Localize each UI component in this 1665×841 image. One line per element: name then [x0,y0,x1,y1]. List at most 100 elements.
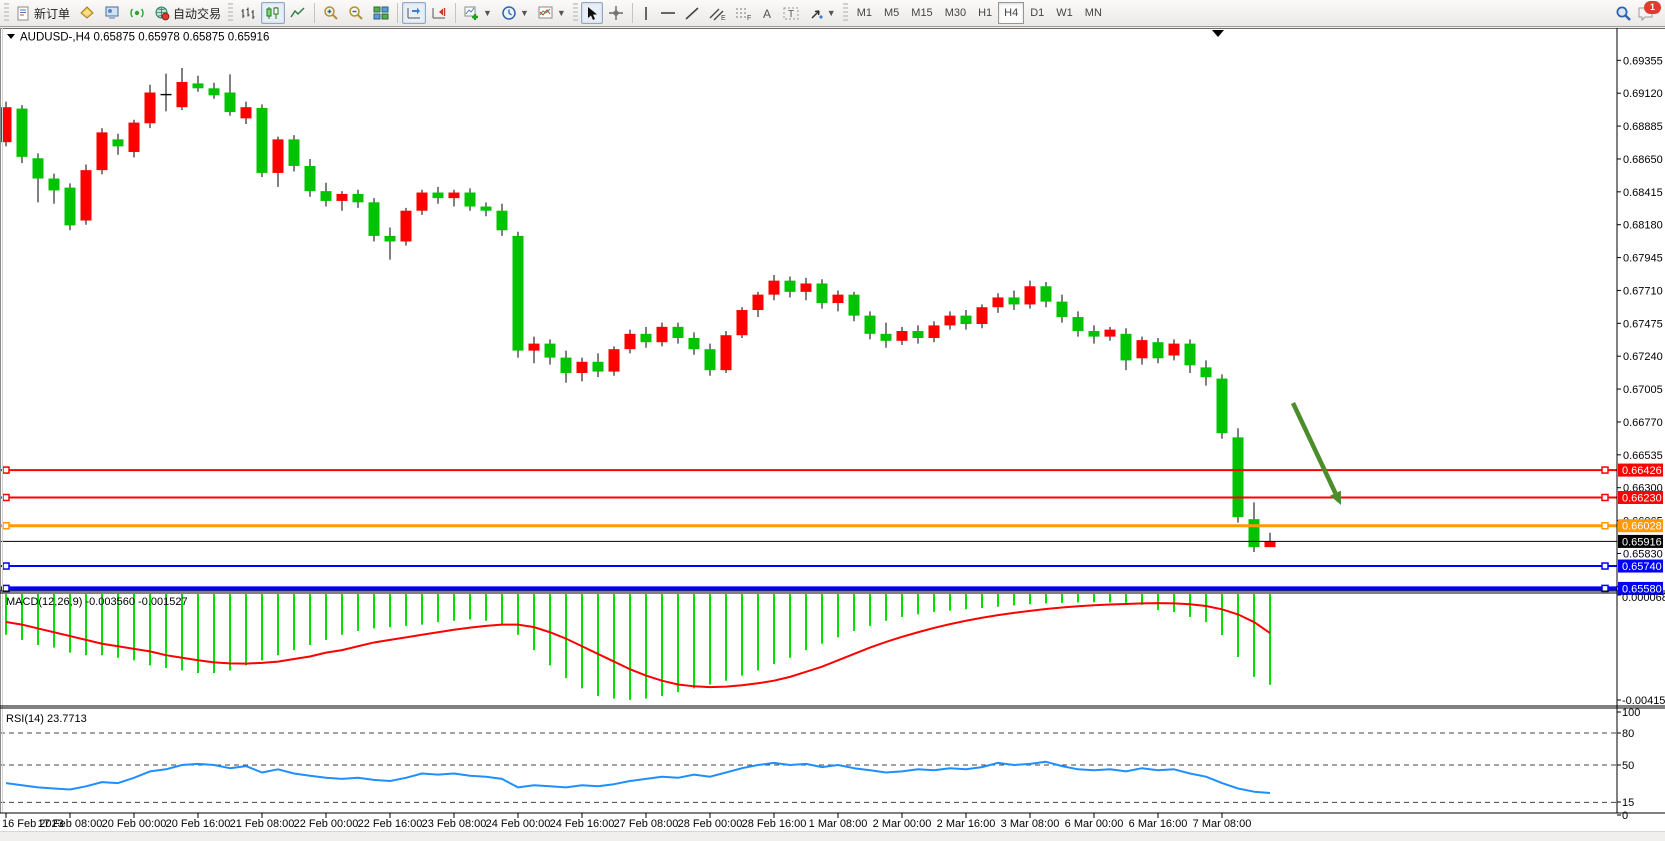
fibonacci-button[interactable]: F [731,2,756,24]
broadcast-button[interactable] [125,2,149,24]
chart-shift-icon [431,6,447,20]
zoom-in-button[interactable] [319,2,343,24]
arrows-button[interactable]: ▼ [805,2,840,24]
price-tick-label: 0.67710 [1623,285,1663,297]
toolbar: 新订单 自动交易 [0,0,1665,27]
candle-down [193,83,204,88]
chart-canvas[interactable]: 0.693550.691200.688850.686500.684150.681… [0,28,1665,831]
line-handle[interactable] [3,494,9,500]
new-order-icon [16,6,31,21]
candle-up [449,193,460,199]
candle-up [145,93,156,124]
candle-down [881,334,892,341]
rsi-axis-label: 15 [1622,797,1634,809]
timeframe-button-h4[interactable]: H4 [998,2,1024,24]
vertical-line-icon [641,6,651,21]
timeframe-button-m5[interactable]: M5 [878,2,905,24]
text-button[interactable]: A [757,2,778,24]
timeframe-button-d1[interactable]: D1 [1024,2,1050,24]
market-watch-button[interactable] [75,2,99,24]
candle-down [481,207,492,211]
candle-down [465,193,476,207]
crosshair-button[interactable] [604,2,628,24]
candle-up [1137,340,1148,358]
line-handle[interactable] [1602,523,1608,529]
status-bar [0,831,1665,841]
line-handle[interactable] [3,467,9,473]
candle-down [961,316,972,324]
tile-windows-button[interactable] [369,2,393,24]
candle-down [353,194,364,202]
trendline-button[interactable] [681,2,704,24]
line-price-label-text: 0.66230 [1622,492,1662,504]
candle-up [337,194,348,201]
line-chart-button[interactable] [286,2,310,24]
candle-up [417,193,428,211]
equidistant-channel-button[interactable]: E [705,2,730,24]
chart-shift-button[interactable] [427,2,451,24]
candle-up [897,331,908,341]
text-label-button[interactable]: T [779,2,804,24]
timeframe-button-mn[interactable]: MN [1079,2,1108,24]
cursor-button[interactable] [581,2,603,24]
candle-up [657,327,668,342]
candle-down [641,334,652,342]
auto-scroll-button[interactable] [402,2,426,24]
time-tick-label: 6 Mar 00:00 [1065,818,1124,830]
line-handle[interactable] [1602,494,1608,500]
timeframe-button-h1[interactable]: H1 [972,2,998,24]
tile-windows-icon [373,6,389,20]
candle-down [1057,302,1068,317]
indicators-button[interactable]: ▼ [460,2,496,24]
time-tick-label: 20 Feb 00:00 [102,818,167,830]
templates-button[interactable]: ▼ [534,2,570,24]
time-tick-label: 24 Feb 16:00 [550,818,615,830]
search-button[interactable] [1611,2,1636,24]
candle-down [209,88,220,95]
rsi-axis-label: 80 [1622,728,1634,740]
candle-down [689,338,700,349]
line-handle[interactable] [1602,467,1608,473]
timeframe-button-m30[interactable]: M30 [939,2,972,24]
line-handle[interactable] [1602,563,1608,569]
candle-up [609,349,620,371]
chart-window[interactable]: 0.693550.691200.688850.686500.684150.681… [0,28,1665,831]
chat-button[interactable]: 1 [1637,5,1655,22]
macd-label: MACD(12,26,9) -0.003560 -0.001527 [6,596,188,608]
zoom-in-icon [323,5,339,21]
timeframe-button-m1[interactable]: M1 [851,2,878,24]
candle-up [769,281,780,295]
candle-down [1073,317,1084,331]
line-handle[interactable] [3,563,9,569]
candlestick-chart-button[interactable] [261,2,285,24]
candle-down [33,158,44,178]
candle-down [1089,331,1100,337]
candle-down [113,139,124,146]
candle-down [65,188,76,226]
candle-down [593,362,604,372]
candle-down [305,166,316,191]
zoom-out-icon [348,5,364,21]
candle-down [1201,367,1212,377]
add-indicator-icon [464,6,480,20]
time-tick-label: 17 Feb 08:00 [38,818,103,830]
candlestick-chart-icon [265,6,281,20]
candle-up [977,307,988,324]
line-handle[interactable] [3,523,9,529]
timeframe-button-w1[interactable]: W1 [1050,2,1079,24]
candle-down [369,202,380,236]
vertical-line-button[interactable] [637,2,655,24]
horizontal-line-button[interactable] [656,2,680,24]
bar-chart-button[interactable] [236,2,260,24]
auto-trading-button[interactable]: 自动交易 [150,2,225,24]
data-window-button[interactable] [100,2,124,24]
periods-button[interactable]: ▼ [497,2,533,24]
search-icon [1615,5,1632,22]
zoom-out-button[interactable] [344,2,368,24]
new-order-button[interactable]: 新订单 [12,2,74,24]
candle-up [945,316,956,326]
rsi-axis-label: 100 [1622,707,1640,719]
time-tick-label: 2 Mar 00:00 [873,818,932,830]
time-tick-label: 28 Feb 16:00 [742,818,807,830]
timeframe-button-m15[interactable]: M15 [905,2,938,24]
